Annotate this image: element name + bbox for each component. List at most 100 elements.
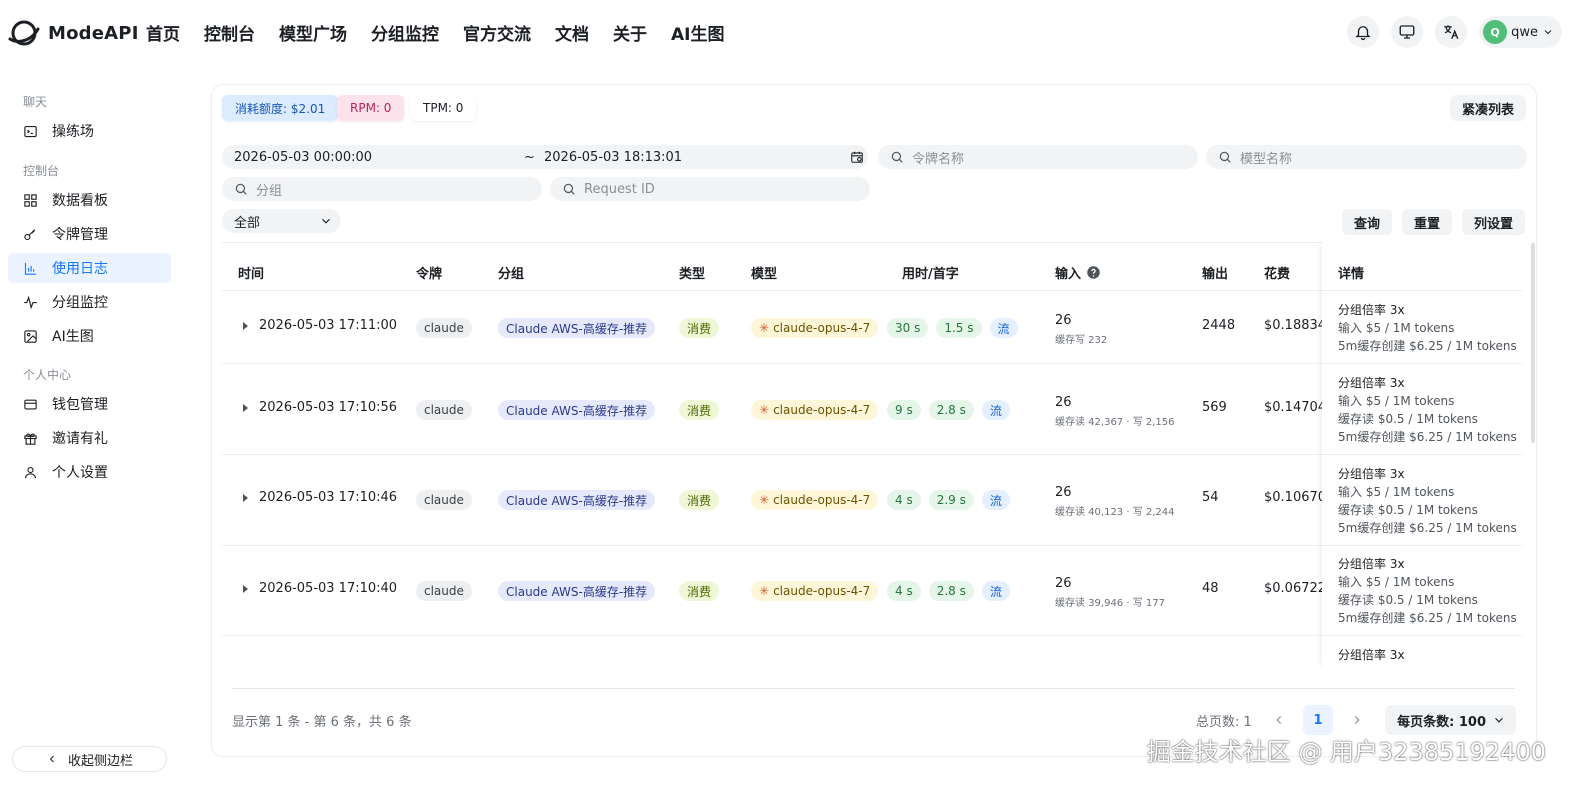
sidebar-item-playground[interactable]: 操练场 [8, 116, 171, 146]
help-icon[interactable] [1086, 265, 1101, 280]
query-button[interactable]: 查询 [1342, 209, 1393, 235]
sidebar-item-tokens[interactable]: 令牌管理 [8, 219, 171, 249]
sidebar-item-label: 数据看板 [52, 193, 108, 209]
sidebar-item-label: 使用日志 [52, 261, 108, 277]
stream-tag: 流 [981, 490, 1010, 510]
language-button[interactable] [1435, 16, 1468, 48]
table-scrollbar[interactable] [1531, 243, 1535, 443]
table-row[interactable]: 2026-05-03 17:10:56 [240, 400, 397, 415]
model-tag[interactable]: ✳ claude-opus-4-7 [751, 490, 879, 510]
nav-community[interactable]: 官方交流 [463, 20, 531, 45]
expand-icon[interactable] [240, 321, 250, 331]
input-cache-info: 缓存读 42,367 · 写 2,156 [1055, 417, 1175, 428]
main-nav: 首页 控制台 模型广场 分组监控 官方交流 文档 关于 AI生图 [146, 20, 748, 45]
model-name-input[interactable]: 模型名称 [1206, 145, 1527, 169]
sidebar-section-console: 控制台 [23, 164, 60, 178]
table-row[interactable]: 2026-05-03 17:10:46 [240, 490, 397, 505]
reset-button[interactable]: 重置 [1402, 209, 1453, 235]
sidebar-item-ai-image[interactable]: AI生图 [8, 321, 171, 351]
model-tag[interactable]: ✳ claude-opus-4-7 [751, 318, 879, 338]
claude-logo-icon: ✳ [759, 321, 770, 335]
expand-icon[interactable] [240, 403, 250, 413]
stream-tag: 流 [981, 400, 1010, 420]
theme-button[interactable] [1391, 16, 1424, 48]
col-header-cost: 花费 [1264, 267, 1291, 282]
nav-ai-image[interactable]: AI生图 [671, 20, 724, 45]
group-input[interactable]: 分组 [222, 177, 542, 201]
nav-models[interactable]: 模型广场 [279, 20, 347, 45]
request-id-input[interactable]: Request ID [550, 177, 870, 201]
table-row[interactable]: 2026-05-03 17:10:40 [240, 581, 397, 596]
type-tag: 消费 [679, 318, 720, 338]
chevron-down-icon [1544, 30, 1552, 35]
sidebar-item-label: 令牌管理 [52, 227, 108, 243]
page-1-button[interactable]: 1 [1303, 705, 1333, 735]
row-time: 2026-05-03 17:10:40 [259, 581, 398, 596]
key-icon [24, 228, 36, 240]
model-name: claude-opus-4-7 [773, 403, 871, 417]
avatar: Q [1483, 20, 1508, 44]
next-page-button[interactable] [1342, 705, 1372, 735]
sidebar-item-invite[interactable]: 邀请有礼 [8, 423, 171, 453]
sidebar-item-label: 个人设置 [52, 465, 108, 481]
header-actions: Q qwe [1347, 16, 1562, 48]
sidebar-item-label: 钱包管理 [52, 397, 108, 413]
model-name: claude-opus-4-7 [773, 321, 871, 335]
notification-button[interactable] [1347, 16, 1380, 48]
search-icon [891, 151, 903, 163]
group-tag: Claude AWS-高缓存-推荐 [498, 490, 656, 510]
expand-icon[interactable] [240, 584, 250, 594]
top-header: ModeAPI 首页 控制台 模型广场 分组监控 官方交流 文档 关于 AI生图… [0, 0, 1576, 64]
gift-icon [24, 432, 37, 445]
date-range-picker[interactable]: 2026-05-03 00:00:00 ~ 2026-05-03 18:13:0… [222, 145, 868, 169]
chevron-right-icon [1354, 716, 1360, 724]
nav-group-monitor[interactable]: 分组监控 [371, 20, 439, 45]
col-header-model: 模型 [751, 267, 778, 282]
brand-logo[interactable]: ModeAPI [8, 17, 139, 49]
chevron-down-icon [322, 218, 330, 224]
sidebar-item-label: AI生图 [52, 329, 94, 345]
claude-logo-icon: ✳ [759, 493, 770, 507]
prev-page-button[interactable] [1264, 705, 1294, 735]
image-icon [24, 329, 37, 343]
model-tag[interactable]: ✳ claude-opus-4-7 [751, 400, 879, 420]
input-cache-info: 缓存读 40,123 · 写 2,244 [1055, 507, 1175, 518]
nav-docs[interactable]: 文档 [555, 20, 589, 45]
first-token-tag: 2.8 s [928, 581, 974, 601]
table-row[interactable]: 2026-05-03 17:11:00 [240, 318, 397, 333]
first-token-tag: 2.8 s [928, 400, 974, 420]
token-tag: claude [416, 400, 472, 420]
group-tag: Claude AWS-高缓存-推荐 [498, 400, 656, 420]
model-tag[interactable]: ✳ claude-opus-4-7 [751, 581, 879, 601]
col-header-input-label: 输入 [1055, 267, 1082, 282]
nav-console[interactable]: 控制台 [204, 20, 255, 45]
token-tag: claude [416, 581, 472, 601]
page-size-select[interactable]: 每页条数: 100 [1385, 705, 1516, 735]
pagination-summary: 显示第 1 条 - 第 6 条，共 6 条 [232, 715, 412, 730]
sidebar-item-usage-logs[interactable]: 使用日志 [8, 253, 171, 283]
sidebar-item-group-monitor[interactable]: 分组监控 [8, 287, 171, 317]
rpm-stat-badge: RPM: 0 [337, 95, 405, 121]
sidebar-item-label: 分组监控 [52, 295, 108, 311]
sidebar-item-dashboard[interactable]: 数据看板 [8, 185, 171, 215]
input-tokens: 26 [1055, 313, 1072, 328]
nav-home[interactable]: 首页 [146, 20, 180, 45]
sidebar-item-wallet[interactable]: 钱包管理 [8, 389, 171, 419]
token-name-input[interactable]: 令牌名称 [878, 145, 1198, 169]
sidebar-item-settings[interactable]: 个人设置 [8, 457, 171, 487]
watermark: 掘金技术社区 @ 用户32385192400 [1146, 738, 1546, 766]
chevron-left-icon [49, 755, 54, 763]
sidebar-section-personal: 个人中心 [23, 368, 72, 382]
calendar-icon [851, 151, 863, 163]
nav-about[interactable]: 关于 [613, 20, 647, 45]
type-select[interactable]: 全部 [222, 209, 341, 233]
compact-list-button[interactable]: 紧凑列表 [1449, 95, 1526, 121]
request-id-placeholder: Request ID [584, 181, 655, 197]
first-token-tag: 2.9 s [928, 490, 974, 510]
row-detail: 分组倍率 3x 输入 $5 / 1M tokens 缓存读 $0.5 / 1M … [1338, 557, 1517, 625]
expand-icon[interactable] [240, 493, 250, 503]
collapse-sidebar-button[interactable]: 收起侧边栏 [12, 746, 167, 772]
column-settings-button[interactable]: 列设置 [1462, 209, 1526, 235]
first-token-tag: 1.5 s [936, 318, 982, 338]
user-menu[interactable]: Q qwe [1479, 16, 1562, 48]
